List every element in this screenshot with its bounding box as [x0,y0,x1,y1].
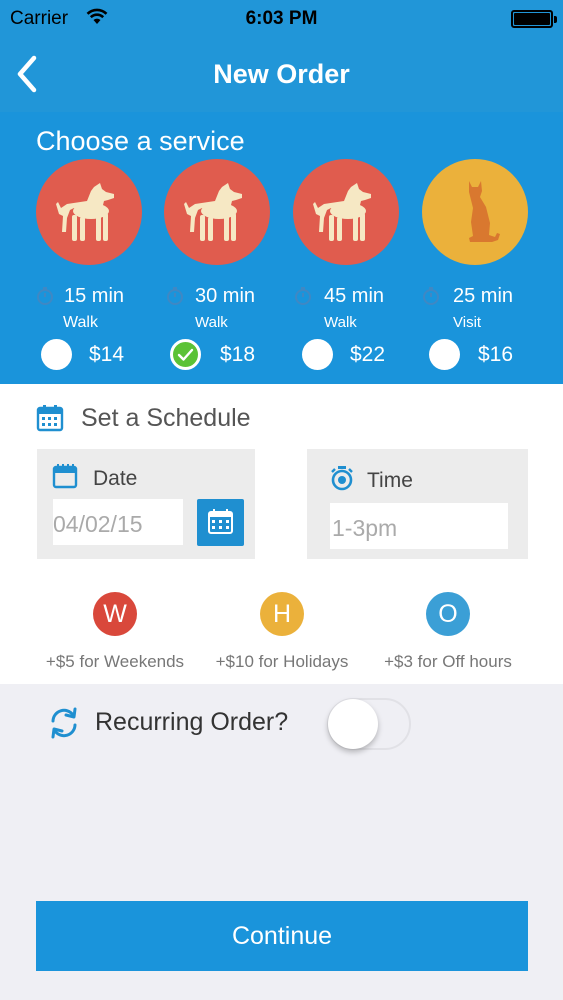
calendar-icon [208,509,233,534]
service-price: $14 [89,343,125,366]
service-radio[interactable] [302,339,333,370]
service-option-45-walk[interactable]: 45 min Walk $22 [280,159,410,384]
dog-icon [36,159,142,265]
weekend-badge: W [93,592,137,636]
service-price: $18 [220,343,256,366]
timer-icon [36,287,54,305]
off-hours-badge: O [426,592,470,636]
recurring-order-toggle[interactable] [327,698,411,750]
service-kind: Walk [324,314,357,331]
service-icon-circle [293,159,399,265]
date-label: Date [93,467,138,490]
off-hours-surcharge-text: +$3 for Off hours [384,652,512,671]
sync-icon [48,706,80,745]
holiday-badge: H [260,592,304,636]
off-hours-surcharge: O +$3 for Off hours [358,592,538,672]
service-option-30-walk[interactable]: 30 min Walk $18 [151,159,281,384]
calendar-icon [52,463,78,494]
service-kind: Walk [63,314,98,331]
page-title: New Order [213,59,350,89]
service-radio[interactable] [41,339,72,370]
service-icon-circle [164,159,270,265]
navigation-bar: New Order [0,38,563,112]
service-radio[interactable] [429,339,460,370]
schedule-section: Set a Schedule Date 04/02/15 Time 1-3pm … [0,384,563,684]
calendar-icon [36,404,64,437]
timer-icon [422,287,440,305]
recurring-order-label: Recurring Order? [95,708,289,736]
service-duration: 25 min [453,285,514,307]
service-price: $16 [478,343,514,366]
service-option-25-visit[interactable]: 25 min Visit $16 [409,159,539,384]
service-radio-checked[interactable] [170,339,201,370]
service-icon-circle [36,159,142,265]
service-icon-circle [422,159,528,265]
checkmark-icon [177,348,194,361]
dog-icon [293,159,399,265]
recurring-order-row: Recurring Order? [0,684,563,764]
stopwatch-icon [329,465,355,496]
service-kind: Visit [453,314,482,331]
service-price: $22 [350,343,386,366]
holiday-surcharge: H +$10 for Holidays [192,592,372,672]
date-input[interactable]: 04/02/15 [53,499,183,545]
service-duration: 15 min [64,285,125,307]
time-label: Time [367,469,413,492]
schedule-heading: Set a Schedule [81,404,251,432]
dog-icon [164,159,270,265]
time-input[interactable]: 1-3pm [330,503,508,549]
toggle-knob [328,699,378,749]
holiday-surcharge-text: +$10 for Holidays [215,652,349,671]
status-time: 6:03 PM [245,8,318,29]
timer-icon [294,287,312,305]
service-heading: Choose a service [36,126,245,156]
service-duration: 45 min [324,285,385,307]
date-picker-button[interactable] [197,499,244,546]
battery-icon [511,10,557,28]
continue-button[interactable]: Continue [36,901,528,971]
timer-icon [166,287,184,305]
time-field-group: Time 1-3pm [307,449,528,559]
weekend-surcharge: W +$5 for Weekends [25,592,205,672]
cat-icon [422,159,528,265]
service-option-15-walk[interactable]: 15 min Walk $14 [23,159,153,384]
service-duration: 30 min [195,285,256,307]
weekend-surcharge-text: +$5 for Weekends [45,652,185,671]
service-section: Choose a service 15 min Walk $14 30 min … [0,112,563,384]
status-bar: Carrier 6:03 PM [0,0,563,38]
date-field-group: Date 04/02/15 [37,449,255,559]
service-kind: Walk [195,314,228,331]
